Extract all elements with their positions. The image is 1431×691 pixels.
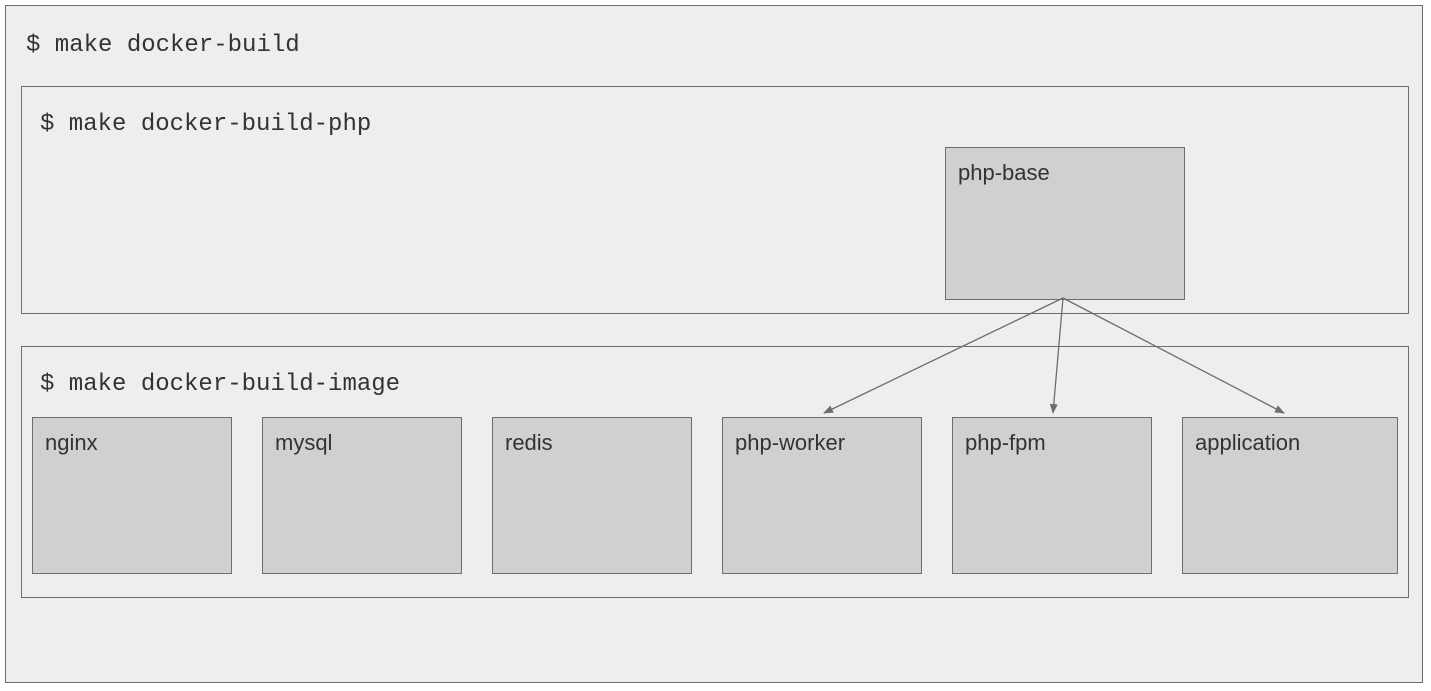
command-docker-build-php: $ make docker-build-php: [40, 111, 371, 138]
node-label: nginx: [45, 430, 98, 455]
node-php-worker: php-worker: [722, 417, 922, 574]
node-mysql: mysql: [262, 417, 462, 574]
node-label: php-worker: [735, 430, 845, 455]
node-label: mysql: [275, 430, 332, 455]
node-nginx: nginx: [32, 417, 232, 574]
node-redis: redis: [492, 417, 692, 574]
node-php-base: php-base: [945, 147, 1185, 300]
outer-box-docker-build: $ make docker-build $ make docker-build-…: [5, 5, 1423, 683]
node-label: php-base: [958, 160, 1050, 185]
node-label: application: [1195, 430, 1300, 455]
node-application: application: [1182, 417, 1398, 574]
command-docker-build: $ make docker-build: [26, 32, 300, 59]
command-docker-build-image: $ make docker-build-image: [40, 371, 400, 398]
inner-box-docker-build-php: $ make docker-build-php php-base: [21, 86, 1409, 314]
node-label: php-fpm: [965, 430, 1046, 455]
inner-box-docker-build-image: $ make docker-build-image nginx mysql re…: [21, 346, 1409, 598]
docker-build-diagram: $ make docker-build $ make docker-build-…: [0, 0, 1431, 691]
node-php-fpm: php-fpm: [952, 417, 1152, 574]
node-label: redis: [505, 430, 553, 455]
